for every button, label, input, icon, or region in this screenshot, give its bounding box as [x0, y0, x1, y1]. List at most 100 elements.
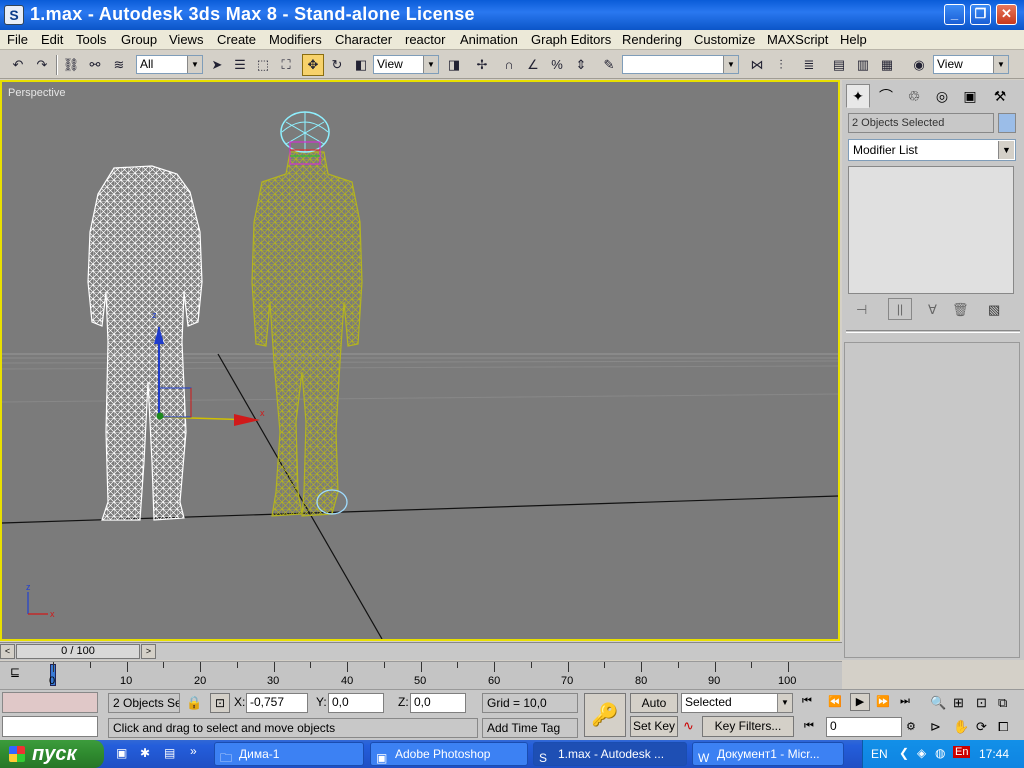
select-and-scale-icon[interactable]: ◧: [350, 54, 372, 76]
time-slider-thumb[interactable]: 0 / 100: [16, 644, 140, 659]
curve-editor-icon[interactable]: ▤: [828, 54, 850, 76]
quicklaunch-icon[interactable]: ▣: [116, 746, 127, 760]
title-bar[interactable]: S 1.max - Autodesk 3ds Max 8 - Stand-alo…: [0, 0, 1024, 30]
select-object-icon[interactable]: ➤: [206, 54, 228, 76]
menu-rendering[interactable]: Rendering: [622, 32, 682, 47]
reference-coordinate-dropdown[interactable]: View ▼: [373, 55, 439, 74]
modifier-stack[interactable]: [848, 166, 1014, 294]
language-indicator[interactable]: EN: [871, 747, 888, 761]
angle-snap-icon[interactable]: ∠: [522, 54, 544, 76]
configure-modifier-sets-icon[interactable]: ▧: [988, 302, 1000, 318]
task-photoshop[interactable]: ▣ Adobe Photoshop: [370, 742, 528, 766]
display-tab-icon[interactable]: ▣: [958, 84, 982, 108]
maximize-icon[interactable]: ❐: [970, 4, 991, 25]
add-time-tag[interactable]: Add Time Tag: [482, 718, 578, 738]
named-selection-dropdown[interactable]: ▼: [622, 55, 739, 74]
remove-modifier-icon[interactable]: 🗑: [952, 302, 969, 318]
make-unique-icon[interactable]: ∀: [928, 302, 937, 318]
key-filters-button[interactable]: Key Filters...: [702, 716, 794, 737]
time-configuration-icon[interactable]: ⚙: [906, 720, 916, 733]
window-crossing-icon[interactable]: ⛶: [275, 54, 297, 76]
schematic-view-icon[interactable]: ▥: [852, 54, 874, 76]
render-view-dropdown[interactable]: View ▼: [933, 55, 1009, 74]
key-mode-toggle-icon[interactable]: ⏮: [804, 720, 814, 733]
clock[interactable]: 17:44: [979, 747, 1009, 761]
key-mode-dropdown[interactable]: Selected ▼: [681, 693, 793, 713]
menu-help[interactable]: Help: [840, 32, 867, 47]
min-max-toggle-icon[interactable]: ⧠: [998, 719, 1008, 735]
menu-views[interactable]: Views: [169, 32, 203, 47]
next-frame-icon[interactable]: ⏩: [876, 695, 890, 708]
maxscript-listener-mini[interactable]: [2, 692, 98, 713]
bind-space-warp-icon[interactable]: ≋: [108, 54, 130, 76]
menu-group[interactable]: Group: [121, 32, 157, 47]
quicklaunch-icon[interactable]: ✱: [140, 746, 150, 760]
auto-key-button[interactable]: Auto Key: [630, 693, 678, 729]
play-icon[interactable]: ▶: [850, 693, 870, 711]
object-name-field[interactable]: 2 Objects Selected: [848, 113, 994, 133]
select-and-rotate-icon[interactable]: ↻: [326, 54, 348, 76]
current-frame-field[interactable]: 0: [826, 717, 902, 737]
set-keys-key-icon[interactable]: 🔑: [584, 693, 626, 737]
close-icon[interactable]: ✕: [996, 4, 1017, 25]
menu-edit[interactable]: Edit: [41, 32, 63, 47]
zoom-all-icon[interactable]: ⊞: [953, 695, 964, 711]
y-coordinate-field[interactable]: 0,0: [328, 693, 384, 713]
menu-animation[interactable]: Animation: [460, 32, 518, 47]
utilities-tab-icon[interactable]: ⚒: [988, 84, 1012, 108]
create-tab-icon[interactable]: ✦: [846, 84, 870, 108]
prev-frame-icon[interactable]: <: [0, 644, 15, 659]
select-and-move-icon[interactable]: ✥: [302, 54, 324, 76]
menu-maxscript[interactable]: MAXScript: [767, 32, 828, 47]
perspective-viewport[interactable]: Perspective z x z x: [0, 80, 840, 641]
snaps-toggle-icon[interactable]: ∩: [498, 54, 520, 76]
start-button[interactable]: пуск: [0, 740, 104, 768]
tray-language-icon[interactable]: En: [953, 746, 971, 758]
pan-icon[interactable]: ✋: [953, 719, 969, 735]
previous-frame-icon[interactable]: ⏪: [828, 695, 842, 708]
hierarchy-tab-icon[interactable]: ♲: [902, 84, 926, 108]
menu-create[interactable]: Create: [217, 32, 256, 47]
motion-tab-icon[interactable]: ◎: [930, 84, 954, 108]
manipulate-icon[interactable]: ✢: [471, 54, 493, 76]
zoom-icon[interactable]: 🔍: [930, 695, 946, 711]
menu-file[interactable]: File: [7, 32, 28, 47]
task-word[interactable]: W Документ1 - Micr...: [692, 742, 844, 766]
mirror-icon[interactable]: ⋈: [746, 54, 768, 76]
unlink-icon[interactable]: ⚯: [84, 54, 106, 76]
app-icon[interactable]: S: [4, 5, 24, 25]
pivot-center-icon[interactable]: ◨: [443, 54, 465, 76]
default-in-out-tangent-icon[interactable]: ∿: [683, 718, 694, 734]
rectangular-selection-icon[interactable]: ⬚: [252, 54, 274, 76]
z-coordinate-field[interactable]: 0,0: [410, 693, 466, 713]
spinner-snap-icon[interactable]: ⇕: [570, 54, 592, 76]
task-3dsmax[interactable]: S 1.max - Autodesk ...: [533, 742, 687, 766]
percent-snap-icon[interactable]: %: [546, 54, 568, 76]
show-end-result-icon[interactable]: ||: [888, 298, 912, 320]
chevron-icon[interactable]: »: [190, 744, 197, 758]
object-color-swatch[interactable]: [998, 113, 1016, 133]
go-to-end-icon[interactable]: ⏭: [900, 695, 910, 708]
task-dima[interactable]: 🗀 Дима-1: [214, 742, 364, 766]
set-key-button[interactable]: Set Key: [630, 716, 678, 737]
x-coordinate-field[interactable]: -0,757: [246, 693, 308, 713]
tray-network-icon[interactable]: ◍: [935, 746, 945, 760]
redo-icon[interactable]: ↷: [31, 54, 53, 76]
pin-stack-icon[interactable]: ⊣: [856, 302, 867, 318]
next-frame-icon[interactable]: >: [141, 644, 156, 659]
field-of-view-icon[interactable]: ⊳: [930, 719, 941, 735]
absolute-mode-icon[interactable]: ⊡: [210, 693, 230, 713]
time-slider[interactable]: < 0 / 100 >: [0, 642, 842, 660]
menu-graph-editors[interactable]: Graph Editors: [531, 32, 611, 47]
align-icon[interactable]: ⫶: [770, 54, 792, 76]
edit-named-selection-icon[interactable]: ✎: [598, 54, 620, 76]
go-to-start-icon[interactable]: ⏮: [802, 695, 812, 708]
menu-modifiers[interactable]: Modifiers: [269, 32, 322, 47]
layer-manager-icon[interactable]: ≣: [798, 54, 820, 76]
material-editor-icon[interactable]: ▦: [876, 54, 898, 76]
track-bar-menu-icon[interactable]: ⊑: [10, 665, 20, 679]
selection-filter-dropdown[interactable]: All ▼: [136, 55, 203, 74]
menu-character[interactable]: Character: [335, 32, 392, 47]
undo-icon[interactable]: ↶: [7, 54, 29, 76]
menu-customize[interactable]: Customize: [694, 32, 755, 47]
